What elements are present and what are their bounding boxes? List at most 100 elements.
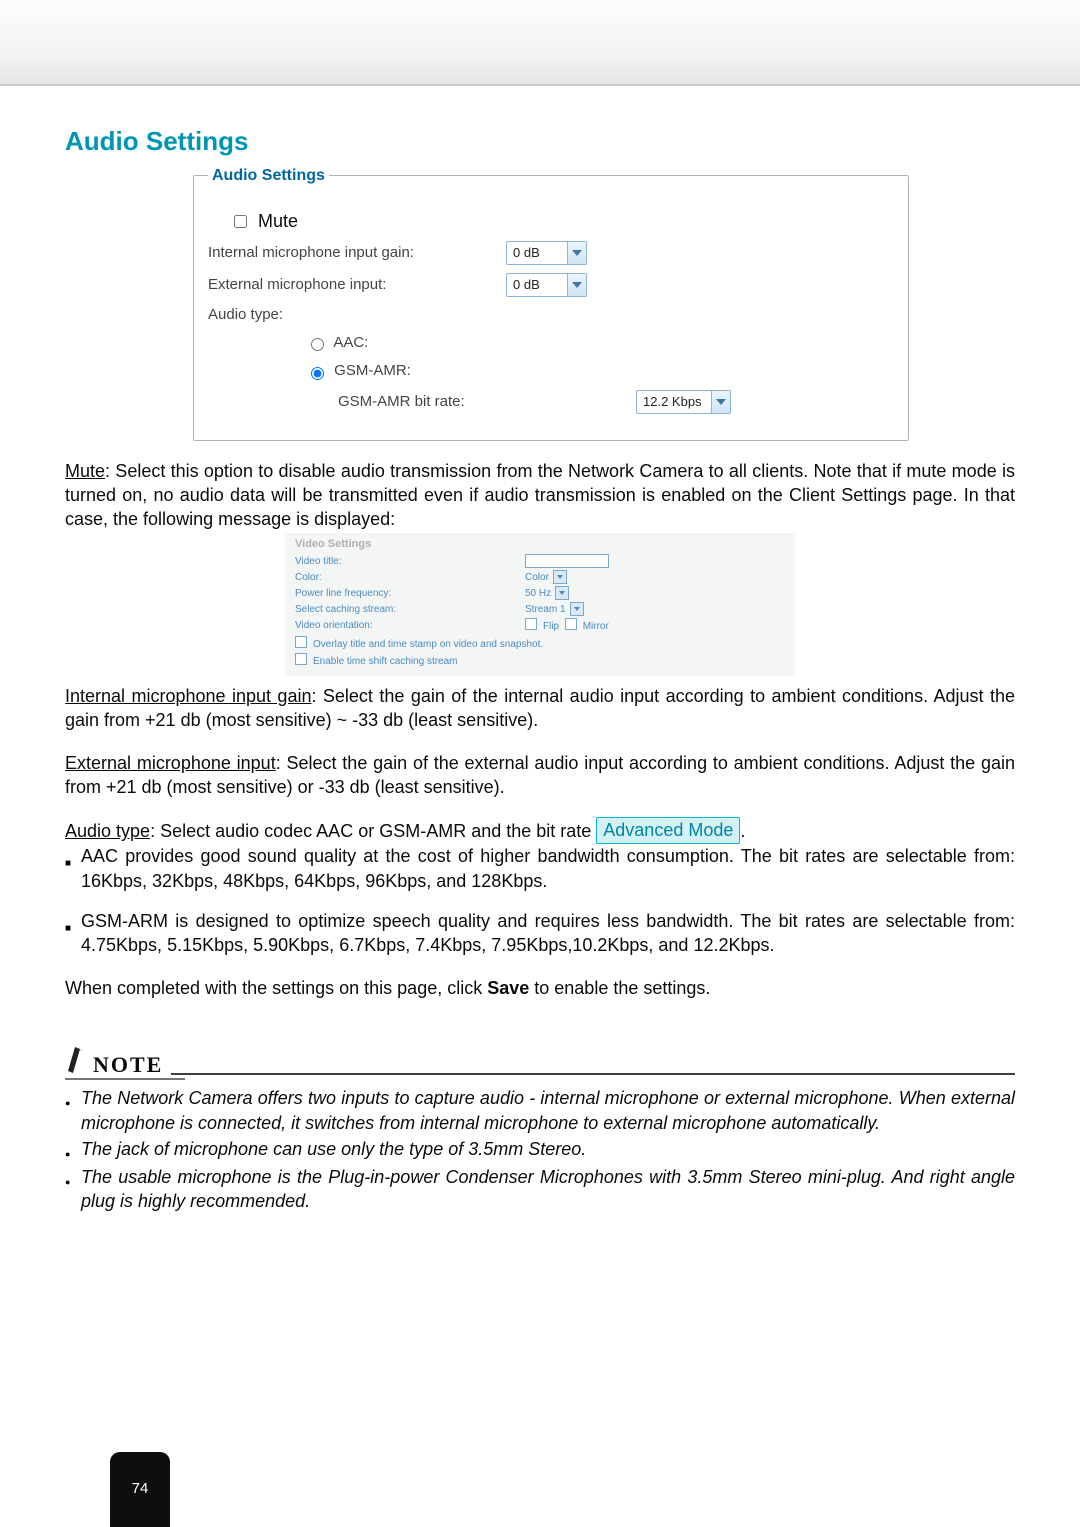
note-divider bbox=[171, 1073, 1015, 1075]
overlay-wrap[interactable]: Overlay title and time stamp on video an… bbox=[295, 636, 543, 652]
orient-row: Video orientation: Flip Mirror bbox=[295, 617, 785, 635]
note-icon bbox=[65, 1045, 87, 1079]
flip-checkbox[interactable] bbox=[525, 618, 537, 630]
mute-term: Mute bbox=[65, 461, 105, 481]
mirror-checkbox[interactable] bbox=[565, 618, 577, 630]
save-word: Save bbox=[487, 978, 529, 998]
save-paragraph: When completed with the settings on this… bbox=[65, 976, 1015, 1000]
flip-wrap[interactable]: Flip bbox=[525, 618, 559, 634]
mute-label-wrap[interactable]: Mute bbox=[230, 209, 298, 233]
header-band bbox=[0, 0, 1080, 86]
external-paragraph: External microphone input: Select the ga… bbox=[65, 751, 1015, 800]
mute-label: Mute bbox=[258, 211, 298, 231]
gsmamr-bitrate-row: GSM-AMR bit rate: 12.2 Kbps bbox=[208, 390, 894, 414]
color-row: Color: Color bbox=[295, 569, 785, 585]
gsm-bullet: GSM-ARM is designed to optimize speech q… bbox=[65, 909, 1015, 958]
audiotype-term: Audio type bbox=[65, 821, 150, 841]
color-select[interactable]: Color bbox=[525, 570, 567, 584]
enable-wrap[interactable]: Enable time shift caching stream bbox=[295, 653, 458, 669]
overlay-checkbox[interactable] bbox=[295, 636, 307, 648]
orient-label: Video orientation: bbox=[295, 619, 525, 633]
audio-fieldset: Audio Settings Mute Internal microphone … bbox=[193, 165, 909, 441]
page-number: 74 bbox=[132, 1479, 149, 1499]
save-post: to enable the settings. bbox=[529, 978, 710, 998]
note-item-text: The usable microphone is the Plug-in-pow… bbox=[81, 1165, 1015, 1214]
aac-row: AAC: bbox=[306, 333, 894, 353]
mute-checkbox[interactable] bbox=[234, 215, 247, 228]
video-settings-title: Video Settings bbox=[295, 537, 785, 552]
external-term: External microphone input bbox=[65, 753, 276, 773]
internal-term: Internal microphone input gain bbox=[65, 686, 311, 706]
chevron-down-icon bbox=[570, 602, 584, 616]
gsmamr-bitrate-select[interactable]: 12.2 Kbps bbox=[636, 390, 731, 414]
video-title-label: Video title: bbox=[295, 555, 525, 569]
note-list: The Network Camera offers two inputs to … bbox=[65, 1086, 1015, 1213]
content: Audio Settings Audio Settings Mute Inter… bbox=[0, 86, 1080, 1214]
internal-mic-select[interactable]: 0 dB bbox=[506, 241, 587, 265]
mute-text: : Select this option to disable audio tr… bbox=[65, 461, 1015, 530]
audio-settings-panel: Audio Settings Mute Internal microphone … bbox=[191, 165, 911, 441]
aac-label: AAC: bbox=[333, 334, 368, 351]
caching-select[interactable]: Stream 1 bbox=[525, 602, 584, 616]
caching-label: Select caching stream: bbox=[295, 603, 525, 617]
chevron-down-icon bbox=[711, 391, 730, 413]
caching-row: Select caching stream: Stream 1 bbox=[295, 601, 785, 617]
video-title-row: Video title: bbox=[295, 553, 785, 569]
mirror-wrap[interactable]: Mirror bbox=[565, 618, 609, 634]
aac-bullet-text: AAC provides good sound quality at the c… bbox=[81, 844, 1015, 893]
note-heading: NOTE bbox=[65, 1045, 1015, 1079]
external-mic-row: External microphone input: 0 dB bbox=[208, 273, 894, 297]
enable-label: Enable time shift caching stream bbox=[313, 656, 458, 667]
audio-type-label: Audio type: bbox=[208, 305, 506, 325]
period: . bbox=[740, 821, 745, 841]
aac-radio-wrap[interactable]: AAC: bbox=[306, 333, 368, 353]
freq-value: 50 Hz bbox=[525, 587, 553, 601]
freq-select[interactable]: 50 Hz bbox=[525, 586, 569, 600]
overlay-label: Overlay title and time stamp on video an… bbox=[313, 639, 543, 650]
gsmamr-bitrate-value: 12.2 Kbps bbox=[637, 393, 711, 411]
mute-paragraph: Mute: Select this option to disable audi… bbox=[65, 459, 1015, 532]
gsm-bullet-text: GSM-ARM is designed to optimize speech q… bbox=[81, 909, 1015, 958]
freq-row: Power line frequency: 50 Hz bbox=[295, 585, 785, 601]
gsmamr-radio[interactable] bbox=[311, 367, 324, 380]
internal-mic-value: 0 dB bbox=[507, 244, 567, 262]
flip-label: Flip bbox=[543, 621, 559, 632]
dot-bullet-icon bbox=[65, 1137, 81, 1163]
note-item: The usable microphone is the Plug-in-pow… bbox=[65, 1165, 1015, 1214]
freq-label: Power line frequency: bbox=[295, 587, 525, 601]
chevron-down-icon bbox=[567, 242, 586, 264]
gsmamr-bitrate-label: GSM-AMR bit rate: bbox=[208, 392, 636, 412]
enable-checkbox[interactable] bbox=[295, 653, 307, 665]
audiotype-intro: : Select audio codec AAC or GSM-AMR and … bbox=[150, 821, 596, 841]
color-value: Color bbox=[525, 571, 551, 585]
dot-bullet-icon bbox=[65, 1165, 81, 1214]
chevron-down-icon bbox=[555, 586, 569, 600]
note-item-text: The jack of microphone can use only the … bbox=[81, 1137, 1015, 1163]
save-pre: When completed with the settings on this… bbox=[65, 978, 487, 998]
mute-row: Mute bbox=[230, 209, 894, 233]
chevron-down-icon bbox=[553, 570, 567, 584]
section-heading: Audio Settings bbox=[65, 124, 1015, 159]
aac-radio[interactable] bbox=[311, 338, 324, 351]
video-settings-snippet: Video Settings Video title: Color: Color… bbox=[285, 533, 795, 676]
enable-row: Enable time shift caching stream bbox=[295, 652, 785, 670]
dot-bullet-icon bbox=[65, 1086, 81, 1135]
note-item-text: The Network Camera offers two inputs to … bbox=[81, 1086, 1015, 1135]
external-mic-select[interactable]: 0 dB bbox=[506, 273, 587, 297]
square-bullet-icon bbox=[65, 909, 81, 958]
color-label: Color: bbox=[295, 571, 525, 585]
audio-type-row: Audio type: bbox=[208, 305, 894, 325]
caching-value: Stream 1 bbox=[525, 603, 568, 617]
advanced-mode-badge: Advanced Mode bbox=[596, 817, 740, 844]
external-mic-label: External microphone input: bbox=[208, 275, 506, 295]
note-item: The Network Camera offers two inputs to … bbox=[65, 1086, 1015, 1135]
audio-legend: Audio Settings bbox=[208, 165, 329, 187]
gsmamr-row: GSM-AMR: bbox=[306, 361, 894, 381]
gsmamr-radio-wrap[interactable]: GSM-AMR: bbox=[306, 361, 411, 381]
internal-mic-label: Internal microphone input gain: bbox=[208, 243, 506, 263]
external-mic-value: 0 dB bbox=[507, 276, 567, 294]
gsmamr-label: GSM-AMR: bbox=[334, 362, 411, 379]
aac-bullet: AAC provides good sound quality at the c… bbox=[65, 844, 1015, 893]
video-title-input[interactable] bbox=[525, 554, 609, 568]
audiotype-paragraph: Audio type: Select audio codec AAC or GS… bbox=[65, 817, 1015, 844]
